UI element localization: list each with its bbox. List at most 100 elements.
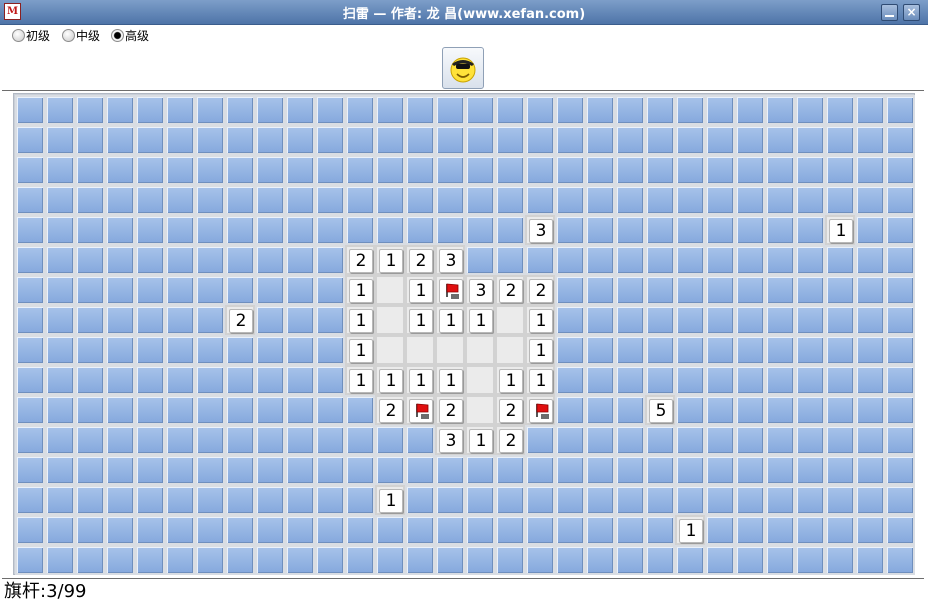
covered-cell[interactable] xyxy=(705,335,735,365)
covered-cell[interactable] xyxy=(855,215,885,245)
covered-cell[interactable] xyxy=(465,215,495,245)
covered-cell[interactable] xyxy=(615,365,645,395)
covered-cell[interactable] xyxy=(105,155,135,185)
covered-cell[interactable] xyxy=(195,545,225,575)
revealed-empty-cell[interactable] xyxy=(465,365,495,395)
covered-cell[interactable] xyxy=(315,395,345,425)
covered-cell[interactable] xyxy=(465,155,495,185)
covered-cell[interactable] xyxy=(135,365,165,395)
covered-cell[interactable] xyxy=(555,155,585,185)
covered-cell[interactable] xyxy=(495,215,525,245)
covered-cell[interactable] xyxy=(135,335,165,365)
covered-cell[interactable] xyxy=(825,155,855,185)
covered-cell[interactable] xyxy=(705,275,735,305)
covered-cell[interactable] xyxy=(825,125,855,155)
covered-cell[interactable] xyxy=(885,275,915,305)
revealed-empty-cell[interactable] xyxy=(375,305,405,335)
covered-cell[interactable] xyxy=(705,395,735,425)
covered-cell[interactable] xyxy=(765,335,795,365)
covered-cell[interactable] xyxy=(315,515,345,545)
covered-cell[interactable] xyxy=(825,245,855,275)
covered-cell[interactable] xyxy=(435,185,465,215)
revealed-number-cell[interactable]: 2 xyxy=(405,245,435,275)
covered-cell[interactable] xyxy=(885,245,915,275)
covered-cell[interactable] xyxy=(825,485,855,515)
revealed-number-cell[interactable]: 2 xyxy=(495,275,525,305)
covered-cell[interactable] xyxy=(885,365,915,395)
covered-cell[interactable] xyxy=(75,305,105,335)
covered-cell[interactable] xyxy=(195,515,225,545)
covered-cell[interactable] xyxy=(555,425,585,455)
covered-cell[interactable] xyxy=(255,365,285,395)
covered-cell[interactable] xyxy=(885,155,915,185)
covered-cell[interactable] xyxy=(225,425,255,455)
revealed-number-cell[interactable]: 3 xyxy=(465,275,495,305)
covered-cell[interactable] xyxy=(135,515,165,545)
revealed-number-cell[interactable]: 2 xyxy=(345,245,375,275)
covered-cell[interactable] xyxy=(855,275,885,305)
covered-cell[interactable] xyxy=(855,545,885,575)
covered-cell[interactable] xyxy=(75,155,105,185)
revealed-number-cell[interactable]: 1 xyxy=(525,305,555,335)
covered-cell[interactable] xyxy=(495,485,525,515)
covered-cell[interactable] xyxy=(15,365,45,395)
covered-cell[interactable] xyxy=(525,125,555,155)
covered-cell[interactable] xyxy=(45,335,75,365)
covered-cell[interactable] xyxy=(825,455,855,485)
covered-cell[interactable] xyxy=(45,515,75,545)
revealed-empty-cell[interactable] xyxy=(405,335,435,365)
covered-cell[interactable] xyxy=(855,125,885,155)
covered-cell[interactable] xyxy=(615,95,645,125)
covered-cell[interactable] xyxy=(735,425,765,455)
covered-cell[interactable] xyxy=(225,335,255,365)
covered-cell[interactable] xyxy=(855,365,885,395)
minimize-button[interactable] xyxy=(881,4,898,21)
revealed-number-cell[interactable]: 2 xyxy=(495,425,525,455)
covered-cell[interactable] xyxy=(375,155,405,185)
covered-cell[interactable] xyxy=(195,215,225,245)
covered-cell[interactable] xyxy=(675,455,705,485)
revealed-number-cell[interactable]: 1 xyxy=(345,365,375,395)
covered-cell[interactable] xyxy=(795,455,825,485)
covered-cell[interactable] xyxy=(435,515,465,545)
covered-cell[interactable] xyxy=(435,125,465,155)
covered-cell[interactable] xyxy=(225,95,255,125)
covered-cell[interactable] xyxy=(585,275,615,305)
covered-cell[interactable] xyxy=(735,185,765,215)
covered-cell[interactable] xyxy=(45,425,75,455)
covered-cell[interactable] xyxy=(735,545,765,575)
covered-cell[interactable] xyxy=(45,545,75,575)
covered-cell[interactable] xyxy=(615,485,645,515)
covered-cell[interactable] xyxy=(105,245,135,275)
covered-cell[interactable] xyxy=(345,545,375,575)
covered-cell[interactable] xyxy=(795,365,825,395)
revealed-number-cell[interactable]: 1 xyxy=(435,365,465,395)
covered-cell[interactable] xyxy=(285,455,315,485)
covered-cell[interactable] xyxy=(405,215,435,245)
covered-cell[interactable] xyxy=(525,185,555,215)
revealed-number-cell[interactable]: 2 xyxy=(375,395,405,425)
covered-cell[interactable] xyxy=(855,395,885,425)
revealed-number-cell[interactable]: 1 xyxy=(375,365,405,395)
close-button[interactable]: × xyxy=(903,4,920,21)
covered-cell[interactable] xyxy=(885,125,915,155)
covered-cell[interactable] xyxy=(585,455,615,485)
covered-cell[interactable] xyxy=(75,365,105,395)
covered-cell[interactable] xyxy=(555,125,585,155)
covered-cell[interactable] xyxy=(255,95,285,125)
covered-cell[interactable] xyxy=(735,275,765,305)
covered-cell[interactable] xyxy=(405,155,435,185)
covered-cell[interactable] xyxy=(795,275,825,305)
covered-cell[interactable] xyxy=(45,365,75,395)
covered-cell[interactable] xyxy=(15,545,45,575)
covered-cell[interactable] xyxy=(645,545,675,575)
covered-cell[interactable] xyxy=(315,185,345,215)
covered-cell[interactable] xyxy=(225,185,255,215)
covered-cell[interactable] xyxy=(165,545,195,575)
covered-cell[interactable] xyxy=(75,455,105,485)
covered-cell[interactable] xyxy=(525,515,555,545)
covered-cell[interactable] xyxy=(885,305,915,335)
covered-cell[interactable] xyxy=(375,185,405,215)
covered-cell[interactable] xyxy=(885,95,915,125)
covered-cell[interactable] xyxy=(285,155,315,185)
